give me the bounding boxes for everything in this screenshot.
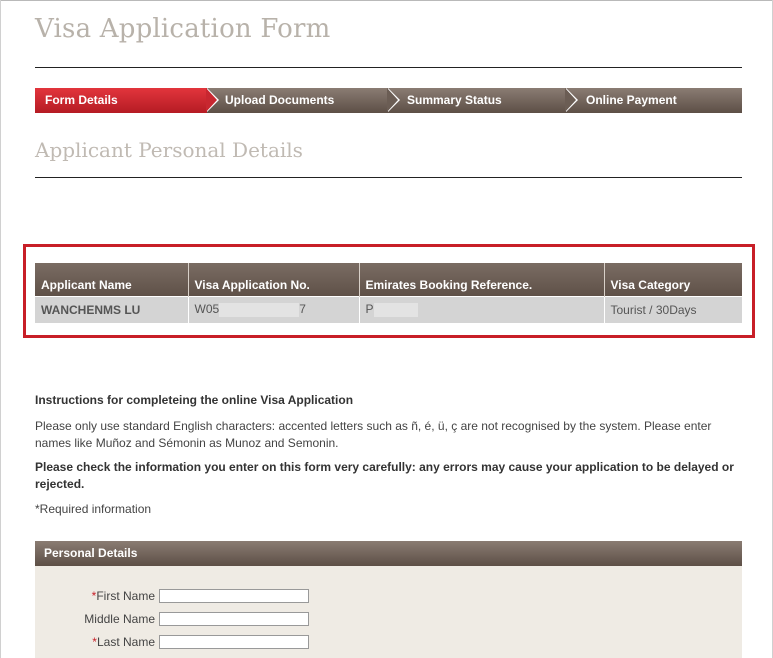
personal-details-panel: *First Name Middle Name *Last Name xyxy=(35,566,742,658)
field-label-text: First Name xyxy=(96,589,155,603)
middle-name-input[interactable] xyxy=(159,612,309,626)
applicant-summary-table: Applicant Name Visa Application No. Emir… xyxy=(35,263,742,323)
booking-ref-prefix: P xyxy=(365,302,374,317)
middle-name-row: Middle Name xyxy=(35,612,335,628)
step-form-details[interactable]: Form Details xyxy=(35,88,219,113)
last-name-label: *Last Name xyxy=(35,635,155,649)
step-arrow-icon xyxy=(387,88,398,112)
table-header-row: Applicant Name Visa Application No. Emir… xyxy=(35,263,742,296)
visa-no-suffix: 7 xyxy=(299,302,306,317)
step-arrow-icon xyxy=(206,88,217,112)
field-label-text: Middle Name xyxy=(84,612,155,626)
column-header: Applicant Name xyxy=(35,263,189,296)
step-summary-status[interactable]: Summary Status xyxy=(388,88,578,113)
first-name-label: *First Name xyxy=(35,589,155,603)
step-label: Upload Documents xyxy=(225,93,335,107)
last-name-input[interactable] xyxy=(159,635,309,649)
section-title: Applicant Personal Details xyxy=(35,138,303,162)
window-left-border xyxy=(0,0,1,658)
step-arrow-icon xyxy=(565,88,576,112)
step-online-payment[interactable]: Online Payment xyxy=(566,88,742,113)
booking-reference-cell: P xyxy=(359,295,605,323)
step-label: Form Details xyxy=(45,93,118,107)
applicant-name-cell: WANCHENMS LU xyxy=(35,295,189,323)
column-header: Visa Category xyxy=(604,263,742,296)
field-label-text: Last Name xyxy=(96,635,155,649)
column-header: Emirates Booking Reference. xyxy=(359,263,605,296)
visa-no-prefix: W05 xyxy=(194,302,220,317)
first-name-input[interactable] xyxy=(159,589,309,603)
instructions-heading: Instructions for completeing the online … xyxy=(35,393,354,407)
step-upload-documents[interactable]: Upload Documents xyxy=(207,88,400,113)
page-title: Visa Application Form xyxy=(35,14,331,44)
first-name-row: *First Name xyxy=(35,589,335,605)
redaction-block xyxy=(219,303,300,318)
step-label: Online Payment xyxy=(586,93,677,107)
last-name-row: *Last Name xyxy=(35,635,335,651)
visa-application-no-cell: W05 7 xyxy=(188,295,360,323)
redaction-block xyxy=(373,303,418,318)
step-label: Summary Status xyxy=(407,93,502,107)
visa-category-cell: Tourist / 30Days xyxy=(604,295,742,323)
window-top-border xyxy=(0,0,773,1)
instructions-paragraph: Please only use standard English charact… xyxy=(35,419,712,450)
instructions-warning: Please check the information you enter o… xyxy=(35,460,734,491)
required-note: *Required information xyxy=(35,502,152,516)
title-divider xyxy=(35,67,742,68)
instructions-block: Instructions for completeing the online … xyxy=(35,392,745,518)
section-divider xyxy=(35,177,742,178)
personal-details-header: Personal Details xyxy=(35,541,742,566)
table-row: WANCHENMS LU W05 7 P Tourist / 30Days xyxy=(35,295,742,323)
column-header: Visa Application No. xyxy=(188,263,360,296)
progress-steps: Form Details Upload Documents Summary St… xyxy=(35,88,742,113)
middle-name-label: Middle Name xyxy=(35,612,155,626)
